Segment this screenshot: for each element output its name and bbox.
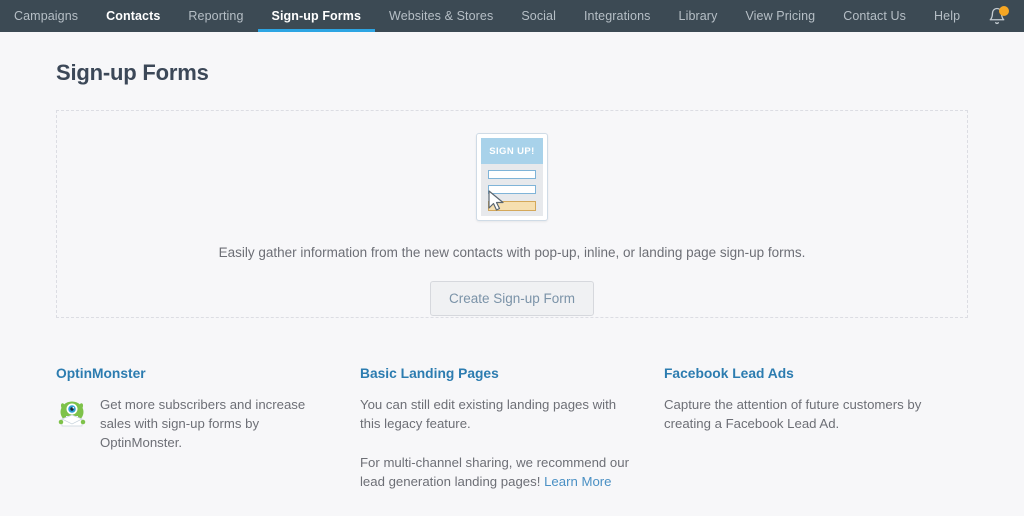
page-title: Sign-up Forms bbox=[56, 60, 209, 85]
notification-badge bbox=[999, 6, 1010, 16]
nav-item-label: Contacts bbox=[106, 9, 161, 23]
nav-item-label: Contact Us bbox=[843, 9, 907, 23]
nav-item-label: Library bbox=[678, 9, 718, 23]
nav-item-label: Help bbox=[934, 9, 961, 23]
signup-form-illustration: SIGN UP! bbox=[476, 133, 548, 221]
facebook-lead-ads-heading[interactable]: Facebook Lead Ads bbox=[664, 366, 940, 381]
nav-item-label: Websites & Stores bbox=[389, 9, 494, 23]
learn-more-link[interactable]: Learn More bbox=[544, 474, 611, 489]
nav-item-campaigns[interactable]: Campaigns bbox=[0, 0, 92, 32]
create-signup-form-button[interactable]: Create Sign-up Form bbox=[429, 281, 595, 316]
illustration-field-1 bbox=[488, 170, 536, 179]
nav-item-library[interactable]: Library bbox=[665, 0, 732, 32]
nav-item-contacts[interactable]: Contacts bbox=[92, 0, 174, 32]
basic-landing-pages-description-2: For multi-channel sharing, we recommend … bbox=[360, 453, 636, 491]
info-column-basic-landing-pages: Basic Landing Pages You can still edit e… bbox=[360, 366, 664, 492]
empty-state-description: Easily gather information from the new c… bbox=[218, 245, 806, 260]
top-navigation-bar: Campaigns Contacts Reporting Sign-up For… bbox=[0, 0, 1024, 32]
signup-forms-empty-state: SIGN UP! Easily gather information from … bbox=[56, 110, 968, 318]
illustration-card-header: SIGN UP! bbox=[481, 138, 543, 164]
optinmonster-heading[interactable]: OptinMonster bbox=[56, 366, 332, 381]
nav-item-reporting[interactable]: Reporting bbox=[174, 0, 257, 32]
nav-item-label: View Pricing bbox=[745, 9, 816, 23]
basic-landing-pages-description-1: You can still edit existing landing page… bbox=[360, 397, 617, 432]
nav-item-signup-forms[interactable]: Sign-up Forms bbox=[257, 0, 376, 32]
nav-item-help[interactable]: Help bbox=[920, 0, 974, 32]
info-column-facebook-lead-ads: Facebook Lead Ads Capture the attention … bbox=[664, 366, 968, 492]
nav-item-integrations[interactable]: Integrations bbox=[570, 0, 665, 32]
nav-item-view-pricing[interactable]: View Pricing bbox=[731, 0, 829, 32]
nav-item-label: Reporting bbox=[188, 9, 244, 23]
page-content: Sign-up Forms SIGN UP! Easily gather inf… bbox=[0, 32, 1024, 492]
nav-item-social[interactable]: Social bbox=[507, 0, 570, 32]
notifications-button[interactable] bbox=[974, 0, 1016, 32]
info-column-optinmonster: OptinMonster Get more subscribers and in… bbox=[56, 366, 360, 492]
facebook-lead-ads-description: Capture the attention of future customer… bbox=[664, 397, 922, 432]
illustration-card-body: SIGN UP! bbox=[481, 138, 543, 216]
nav-item-label: Sign-up Forms bbox=[271, 9, 362, 23]
nav-secondary-group: View Pricing Contact Us Help bbox=[731, 0, 1024, 32]
optinmonster-description: Get more subscribers and increase sales … bbox=[100, 397, 306, 451]
cursor-arrow-icon bbox=[488, 190, 504, 211]
nav-item-websites-stores[interactable]: Websites & Stores bbox=[375, 0, 507, 32]
info-columns: OptinMonster Get more subscribers and in… bbox=[56, 366, 968, 492]
nav-item-contact-us[interactable]: Contact Us bbox=[829, 0, 920, 32]
nav-item-label: Social bbox=[521, 9, 556, 23]
nav-item-label: Campaigns bbox=[14, 9, 79, 23]
nav-primary-group: Campaigns Contacts Reporting Sign-up For… bbox=[0, 0, 731, 32]
basic-landing-pages-heading[interactable]: Basic Landing Pages bbox=[360, 366, 636, 381]
nav-item-label: Integrations bbox=[583, 9, 651, 23]
illustration-header-text: SIGN UP! bbox=[489, 145, 535, 157]
optinmonster-monster-icon bbox=[58, 401, 86, 427]
